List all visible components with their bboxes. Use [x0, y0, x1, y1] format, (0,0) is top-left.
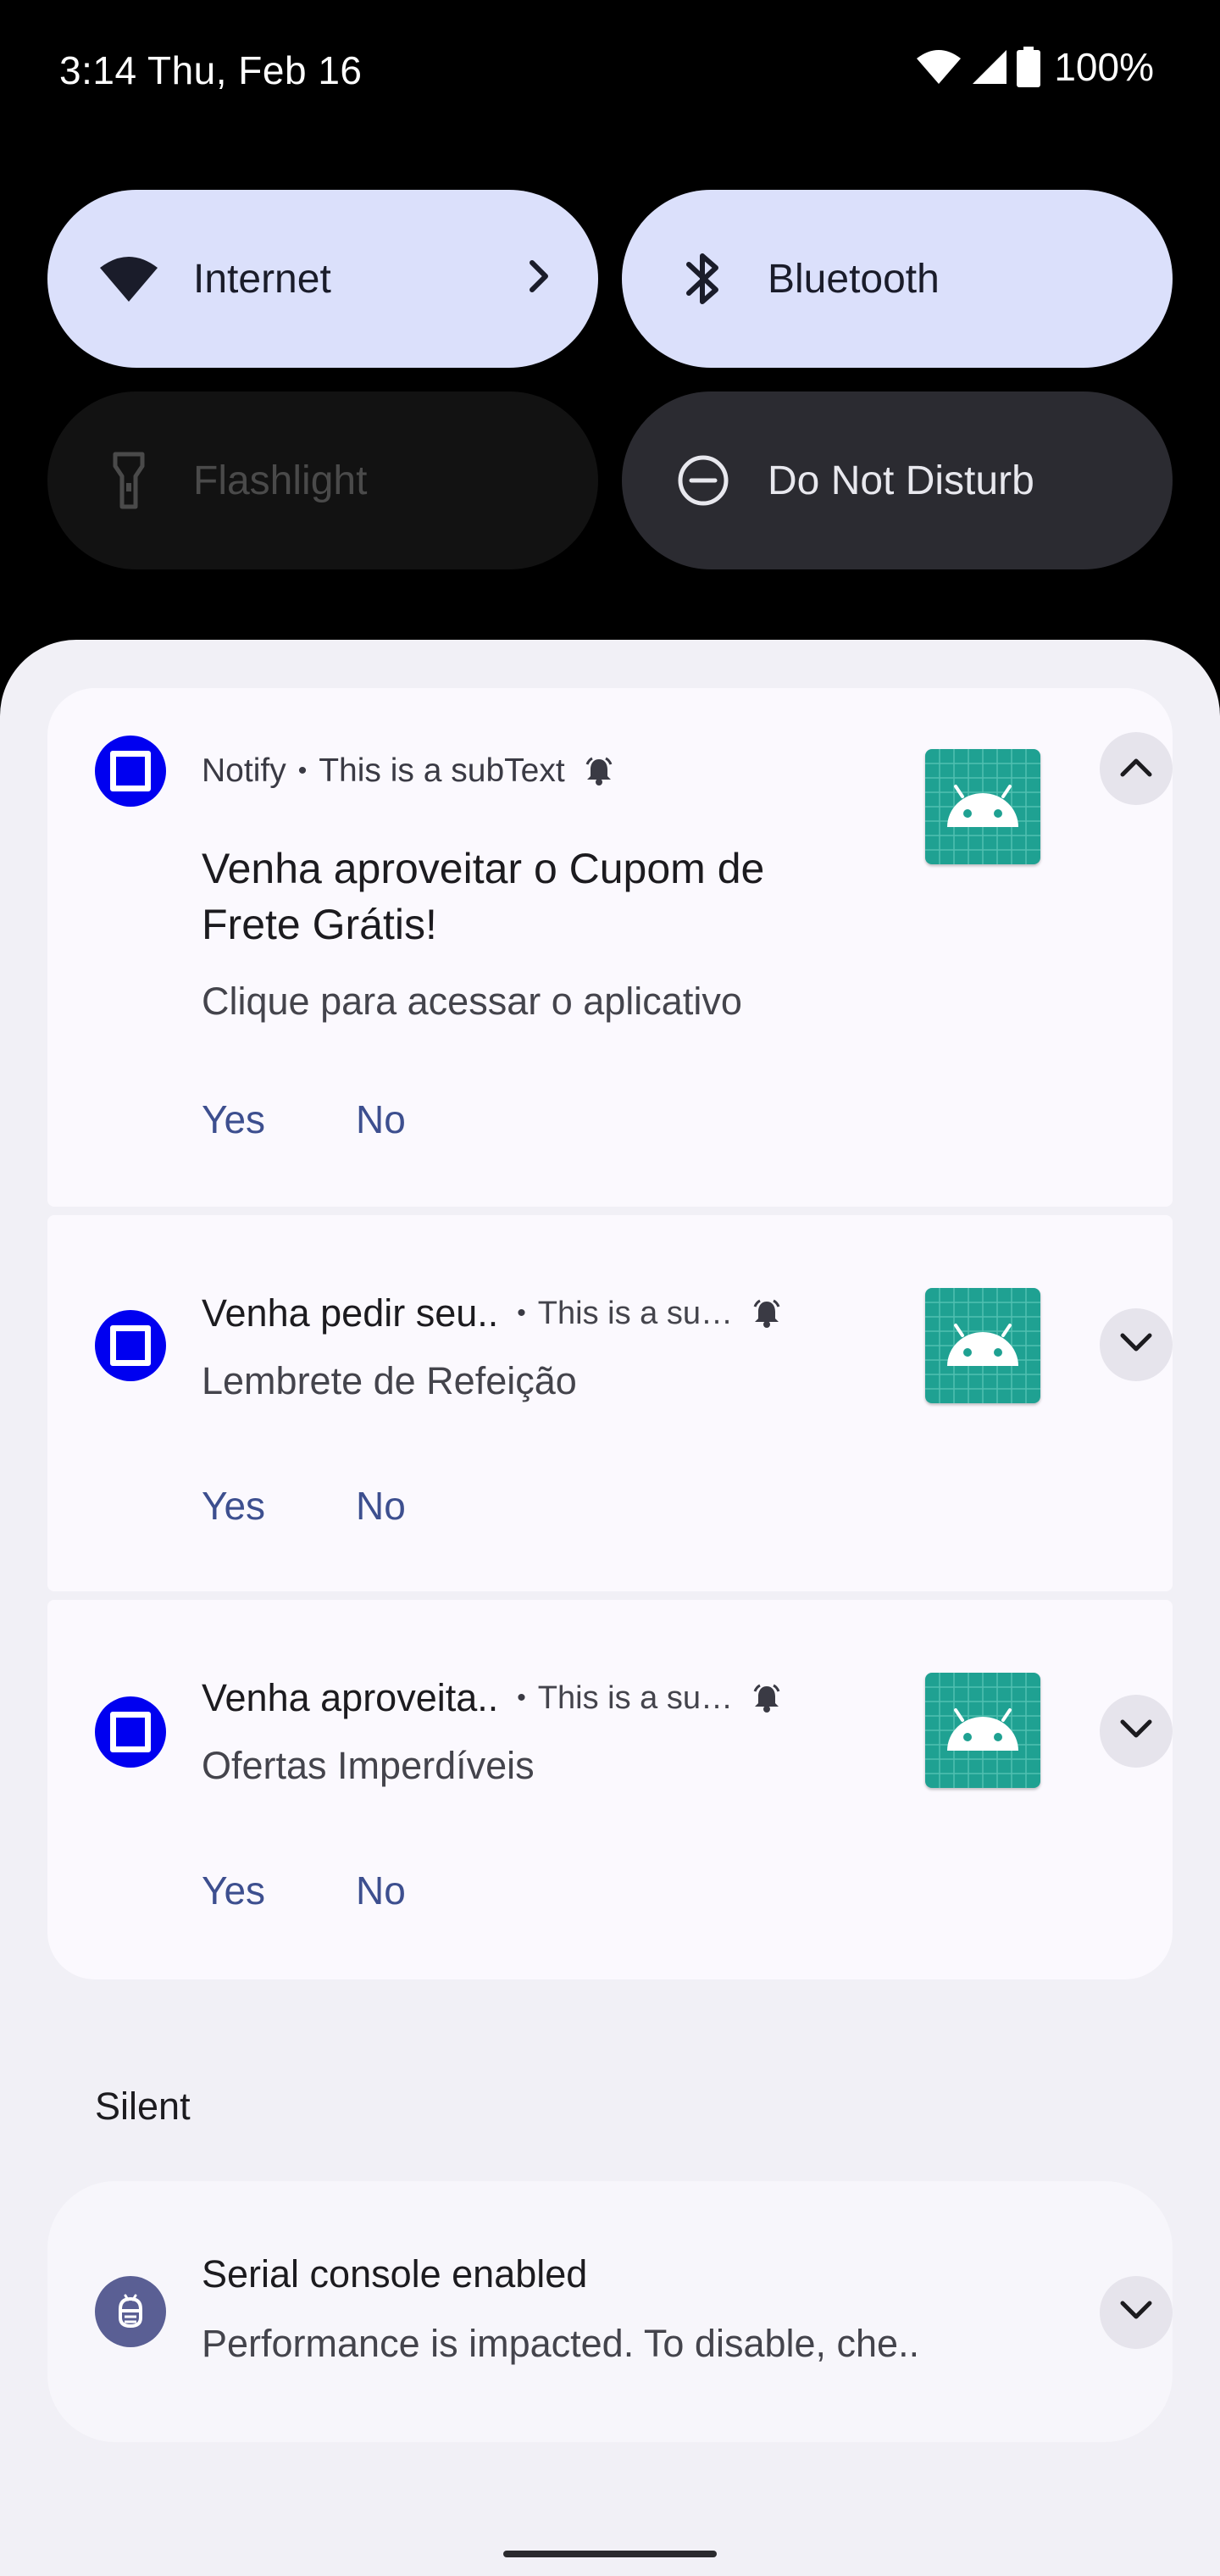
notification-subtext: This is a su… — [537, 1679, 733, 1716]
alert-bell-icon — [751, 1683, 782, 1713]
tile-label: Internet — [193, 256, 331, 302]
chevron-right-icon — [522, 251, 556, 312]
notification-card[interactable]: Venha pedir seu.. • This is a su… Lembre… — [47, 1215, 1173, 1591]
battery-percentage: 100% — [1054, 45, 1154, 89]
action-no-button[interactable]: No — [356, 1483, 406, 1529]
notification-card[interactable]: Venha aproveita.. • This is a su… Oferta… — [47, 1600, 1173, 1979]
app-icon — [95, 1310, 166, 1381]
bug-report-icon — [95, 2276, 166, 2347]
notification-text: Ofertas Imperdíveis — [202, 1744, 535, 1787]
chevron-up-icon — [1117, 754, 1155, 784]
tile-label: Do Not Disturb — [768, 458, 1034, 503]
tile-label: Flashlight — [193, 458, 368, 503]
bluetooth-icon — [669, 245, 737, 313]
notification-title: Venha aproveitar o Cupom de Frete Grátis… — [202, 845, 765, 948]
notification-header: Venha aproveita.. • This is a su… — [202, 1676, 782, 1720]
action-no-button[interactable]: No — [356, 1096, 406, 1142]
silent-notification-card[interactable]: Serial console enabled Performance is im… — [47, 2181, 1173, 2442]
alert-bell-icon — [751, 1298, 782, 1329]
app-name: Notify — [202, 752, 286, 789]
notification-title: Venha pedir seu.. — [202, 1291, 499, 1335]
notification-header: Venha pedir seu.. • This is a su… — [202, 1291, 782, 1335]
notification-title: Serial console enabled — [202, 2252, 588, 2296]
battery-icon — [1017, 47, 1041, 87]
app-icon — [95, 736, 166, 807]
tile-flashlight[interactable]: Flashlight — [47, 391, 598, 569]
notification-card[interactable]: Notify • This is a subText Venha aprovei… — [47, 688, 1173, 1207]
notification-subtext: This is a subText — [319, 752, 565, 789]
expand-button[interactable] — [1100, 1308, 1173, 1381]
tile-label: Bluetooth — [768, 256, 940, 302]
action-yes-button[interactable]: Yes — [202, 1483, 265, 1529]
notification-title: Venha aproveita.. — [202, 1676, 499, 1719]
notification-text: Performance is impacted. To disable, che… — [202, 2322, 920, 2365]
wifi-icon — [915, 48, 962, 86]
do-not-disturb-icon — [669, 447, 737, 514]
chevron-down-icon — [1117, 1717, 1155, 1746]
navigation-handle[interactable] — [503, 2551, 717, 2557]
notification-subtext: This is a su… — [537, 1295, 733, 1331]
expand-button[interactable] — [1100, 2276, 1173, 2349]
collapse-button[interactable] — [1100, 732, 1173, 805]
action-yes-button[interactable]: Yes — [202, 1096, 265, 1142]
alert-bell-icon — [584, 756, 614, 786]
wifi-icon — [95, 245, 163, 313]
notification-header: Notify • This is a subText — [202, 752, 614, 790]
status-time: 3:14 Thu, Feb 16 — [59, 48, 363, 92]
tile-internet[interactable]: Internet — [47, 190, 598, 368]
app-icon — [95, 1696, 166, 1768]
cell-signal-icon — [971, 48, 1008, 86]
notification-text: Clique para acessar o aplicativo — [202, 980, 742, 1023]
status-bar: 3:14 Thu, Feb 16 100% — [0, 0, 1220, 144]
action-yes-button[interactable]: Yes — [202, 1868, 265, 1913]
chevron-down-icon — [1117, 2298, 1155, 2328]
status-icons: 100% — [915, 44, 1154, 90]
flashlight-icon — [95, 447, 163, 514]
notification-shade-screen: 3:14 Thu, Feb 16 100% Internet Bluetooth… — [0, 0, 1220, 2576]
android-icon — [925, 1288, 1040, 1403]
chevron-down-icon — [1117, 1330, 1155, 1360]
silent-section-header: Silent — [95, 2085, 191, 2128]
action-no-button[interactable]: No — [356, 1868, 406, 1913]
android-icon — [925, 1673, 1040, 1788]
tile-do-not-disturb[interactable]: Do Not Disturb — [622, 391, 1173, 569]
android-icon — [925, 749, 1040, 864]
tile-bluetooth[interactable]: Bluetooth — [622, 190, 1173, 368]
expand-button[interactable] — [1100, 1695, 1173, 1768]
notification-text: Lembrete de Refeição — [202, 1359, 577, 1402]
